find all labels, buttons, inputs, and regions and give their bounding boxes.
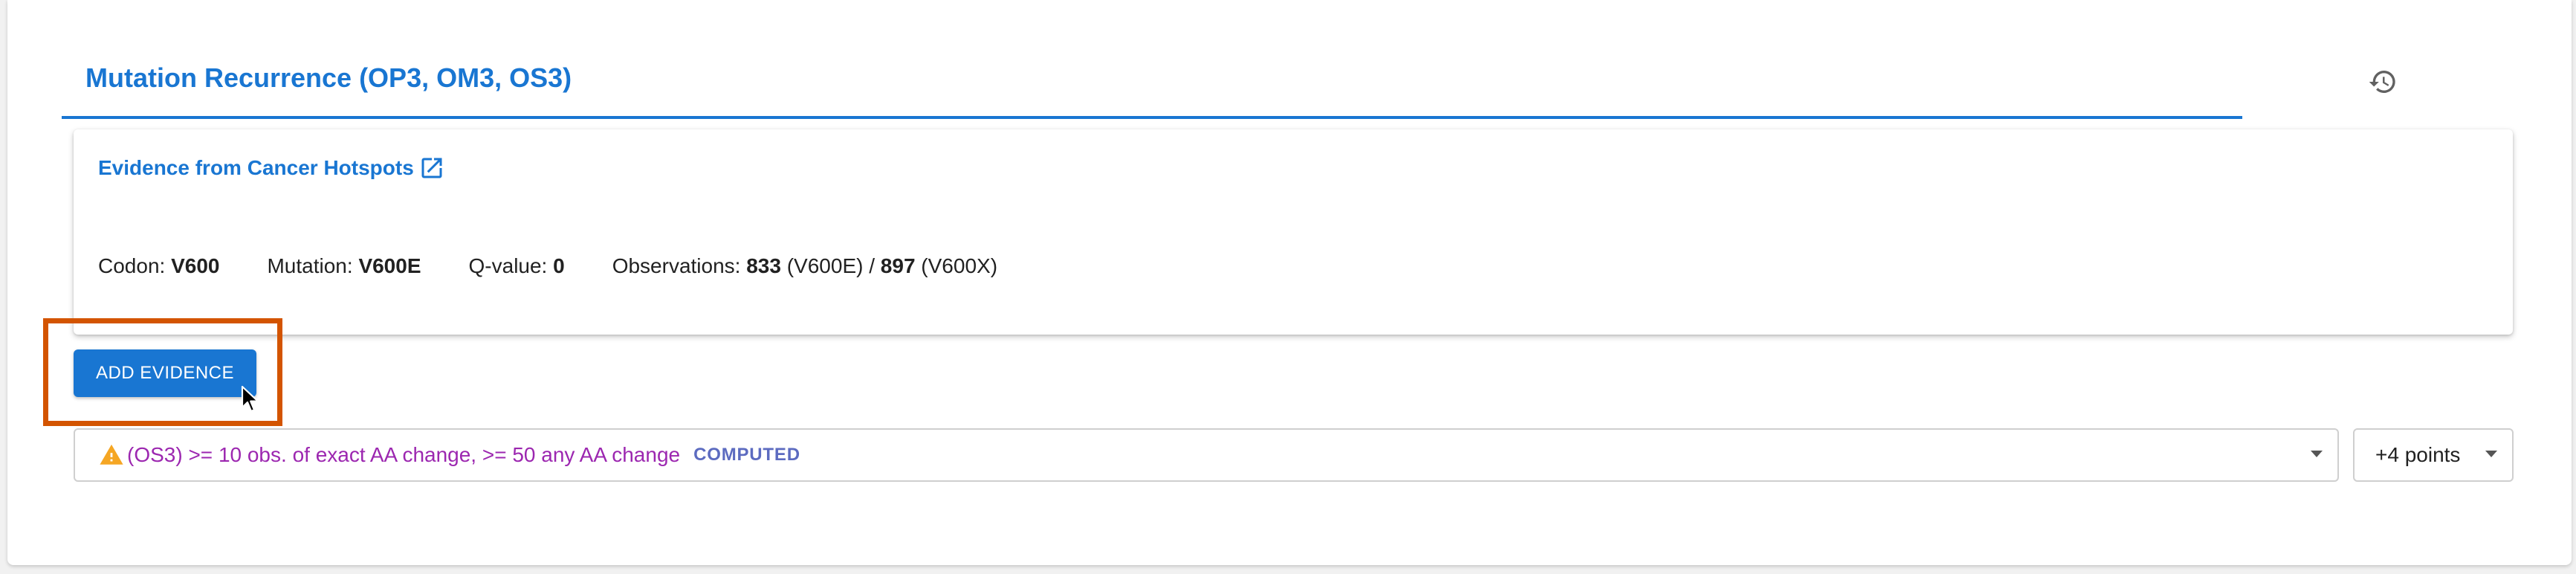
qvalue-label: Q-value: [468, 254, 548, 277]
observations-any-value: 897 [880, 254, 916, 277]
criteria-select-content: (OS3) >= 10 obs. of exact AA change, >= … [99, 430, 800, 480]
observations-field: Observations: 833 (V600E) / 897 (V600X) [612, 254, 997, 278]
history-icon [2369, 71, 2395, 93]
external-link-icon [421, 158, 442, 178]
history-button[interactable] [2363, 62, 2402, 101]
observations-any-variant: (V600X) [921, 254, 998, 277]
chevron-down-icon [2485, 451, 2497, 457]
observations-exact-value: 833 [746, 254, 781, 277]
evidence-details: Codon: V600 Mutation: V600E Q-value: 0 O… [98, 254, 1045, 278]
qvalue-field: Q-value: 0 [469, 254, 565, 278]
add-evidence-button[interactable]: ADD EVIDENCE [74, 349, 256, 397]
criteria-panel: Mutation Recurrence (OP3, OM3, OS3) Evid… [7, 0, 2572, 565]
qvalue-value: 0 [553, 254, 565, 277]
section-header: Mutation Recurrence (OP3, OM3, OS3) [62, 0, 2242, 119]
points-select[interactable]: +4 points [2353, 428, 2514, 482]
codon-value: V600 [171, 254, 220, 277]
warning-icon [100, 444, 123, 465]
observations-exact-variant: (V600E) [786, 254, 864, 277]
mutation-value: V600E [358, 254, 421, 277]
mutation-label: Mutation: [267, 254, 353, 277]
section-title: Mutation Recurrence (OP3, OM3, OS3) [85, 62, 572, 93]
codon-field: Codon: V600 [98, 254, 219, 278]
codon-label: Codon: [98, 254, 166, 277]
mutation-field: Mutation: V600E [267, 254, 421, 278]
cancer-hotspots-link-label: Evidence from Cancer Hotspots [98, 156, 414, 179]
criteria-rule-text: (OS3) >= 10 obs. of exact AA change, >= … [127, 443, 681, 466]
cancer-hotspots-link[interactable]: Evidence from Cancer Hotspots [98, 155, 445, 181]
observations-label: Observations: [612, 254, 741, 277]
points-select-value: +4 points [2375, 443, 2461, 466]
observations-separator: / [869, 254, 876, 277]
computed-badge: COMPUTED [693, 445, 800, 465]
evidence-card: Evidence from Cancer Hotspots Codon: V60… [74, 129, 2513, 335]
chevron-down-icon [2311, 451, 2323, 457]
mouse-cursor-icon [241, 385, 259, 413]
criteria-select[interactable]: (OS3) >= 10 obs. of exact AA change, >= … [74, 428, 2339, 482]
